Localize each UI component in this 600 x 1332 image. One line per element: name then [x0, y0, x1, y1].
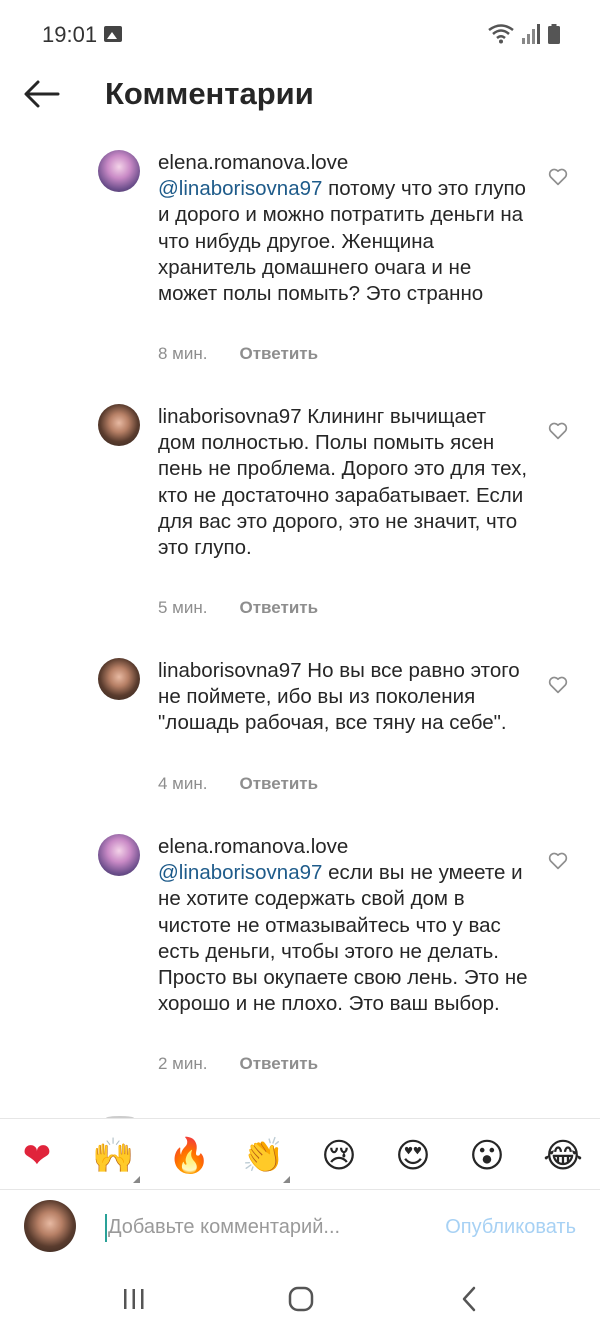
- status-time: 19:01: [42, 22, 98, 47]
- comment-mention[interactable]: @linaborisovna97: [158, 861, 322, 884]
- red-heart-emoji-button[interactable]: ❤: [16, 1135, 58, 1177]
- comment-time: 4 мин.: [158, 774, 208, 793]
- comment-meta: 5 мин. Ответить: [158, 598, 318, 618]
- back-nav-icon[interactable]: [460, 1286, 478, 1312]
- like-heart-icon[interactable]: [548, 168, 568, 186]
- comment-username[interactable]: linaborisovna97: [158, 405, 302, 428]
- comment-mention[interactable]: @linaborisovna97: [158, 177, 322, 200]
- text-cursor: [105, 1214, 107, 1242]
- fire-emoji-button[interactable]: 🔥: [168, 1135, 210, 1177]
- reply-button[interactable]: Ответить: [239, 1054, 318, 1074]
- skin-tone-indicator-icon: [283, 1176, 290, 1183]
- publish-button[interactable]: Опубликовать: [445, 1216, 576, 1239]
- heart-eyes-emoji-button[interactable]: 😍: [392, 1135, 434, 1177]
- current-user-avatar: [24, 1200, 76, 1252]
- comment-message: Клининг вычищает дом полностью. Полы пом…: [158, 405, 528, 560]
- comment-username[interactable]: linaborisovna97: [158, 659, 302, 682]
- battery-icon: [548, 24, 560, 44]
- comment-text: elena.romanova.love @linaborisovna97 пот…: [158, 150, 528, 307]
- comment-username[interactable]: elena.romanova.love: [158, 835, 348, 858]
- comment-meta: 2 мин. Ответить: [158, 1054, 318, 1074]
- comment-text: elena.romanova.love @linaborisovna97 есл…: [158, 834, 528, 1017]
- like-heart-icon[interactable]: [548, 422, 568, 440]
- comment-username[interactable]: elena.romanova.love: [158, 151, 348, 174]
- reply-button[interactable]: Ответить: [239, 344, 318, 364]
- raising-hands-emoji-button[interactable]: 🙌: [92, 1135, 140, 1183]
- home-icon[interactable]: [288, 1286, 314, 1312]
- comment-time: 8 мин.: [158, 344, 208, 363]
- status-icons: [488, 24, 560, 44]
- comment-time: 2 мин.: [158, 1054, 208, 1073]
- comment-input[interactable]: [108, 1212, 408, 1242]
- clapping-hands-emoji: 👏: [242, 1136, 285, 1176]
- comment-composer: Опубликовать: [0, 1190, 600, 1264]
- wifi-icon: [488, 24, 514, 44]
- surprised-face-emoji-button[interactable]: 😮: [466, 1135, 508, 1177]
- avatar[interactable]: [98, 834, 140, 876]
- comment-message: если вы не умеете и не хотите содержать …: [158, 861, 528, 1016]
- avatar[interactable]: [98, 658, 140, 700]
- signal-icon: [522, 24, 540, 44]
- emoji-quick-bar: ❤ 🙌 🔥 👏 😢 😍 😮 😂: [0, 1118, 600, 1190]
- comment-meta: 4 мин. Ответить: [158, 774, 318, 794]
- back-arrow-icon[interactable]: [22, 78, 62, 110]
- comment-text: linaborisovna97 Но вы все равно этого не…: [158, 658, 528, 737]
- gallery-notification-icon: [104, 26, 122, 42]
- status-bar: 19:01: [0, 0, 600, 70]
- reply-button[interactable]: Ответить: [239, 774, 318, 794]
- avatar[interactable]: [98, 404, 140, 446]
- system-navigation-bar: [0, 1264, 600, 1332]
- crying-face-emoji-button[interactable]: 😢: [318, 1135, 360, 1177]
- comment-meta: 8 мин. Ответить: [158, 344, 318, 364]
- raising-hands-emoji: 🙌: [92, 1136, 135, 1176]
- like-heart-icon[interactable]: [548, 852, 568, 870]
- like-heart-icon[interactable]: [548, 676, 568, 694]
- clapping-hands-emoji-button[interactable]: 👏: [242, 1135, 290, 1183]
- comment-time: 5 мин.: [158, 598, 208, 617]
- comment-text: linaborisovna97 Клининг вычищает дом пол…: [158, 404, 528, 561]
- reply-button[interactable]: Ответить: [239, 598, 318, 618]
- header: Комментарии: [0, 70, 600, 120]
- tears-of-joy-emoji-button[interactable]: 😂: [542, 1135, 584, 1177]
- avatar[interactable]: [98, 150, 140, 192]
- skin-tone-indicator-icon: [133, 1176, 140, 1183]
- page-title: Комментарии: [105, 76, 314, 111]
- recent-apps-icon[interactable]: [122, 1288, 146, 1310]
